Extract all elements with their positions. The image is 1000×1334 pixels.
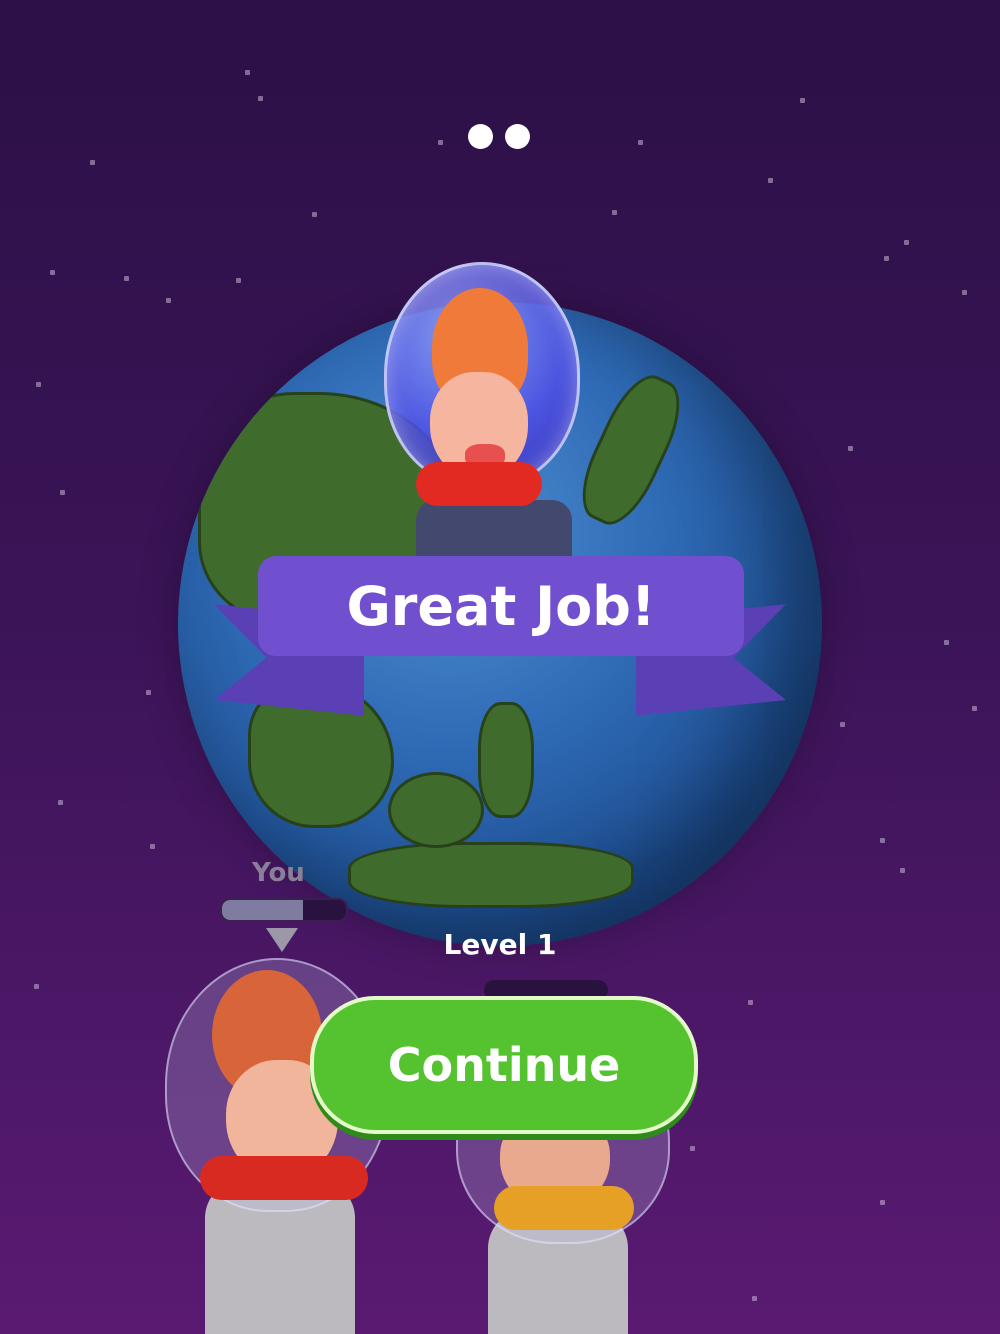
page-dot [505, 124, 530, 149]
down-triangle-icon [266, 928, 298, 952]
result-banner: Great Job! [258, 556, 744, 656]
continent-japan [568, 365, 694, 535]
player-progress-fill [222, 900, 303, 920]
island-indonesia [348, 842, 634, 908]
continue-button-label: Continue [387, 1038, 621, 1092]
island-philippines [478, 702, 534, 818]
continue-button[interactable]: Continue [310, 996, 698, 1134]
result-title: Great Job! [346, 574, 656, 638]
player-label: You [252, 858, 305, 888]
page-dot [468, 124, 493, 149]
island-borneo [388, 772, 484, 848]
helmet-collar [416, 462, 542, 506]
page-indicator [468, 124, 530, 149]
level-label: Level 1 [443, 928, 557, 961]
avatar-body [416, 500, 572, 560]
player-progress-bar [220, 898, 348, 922]
